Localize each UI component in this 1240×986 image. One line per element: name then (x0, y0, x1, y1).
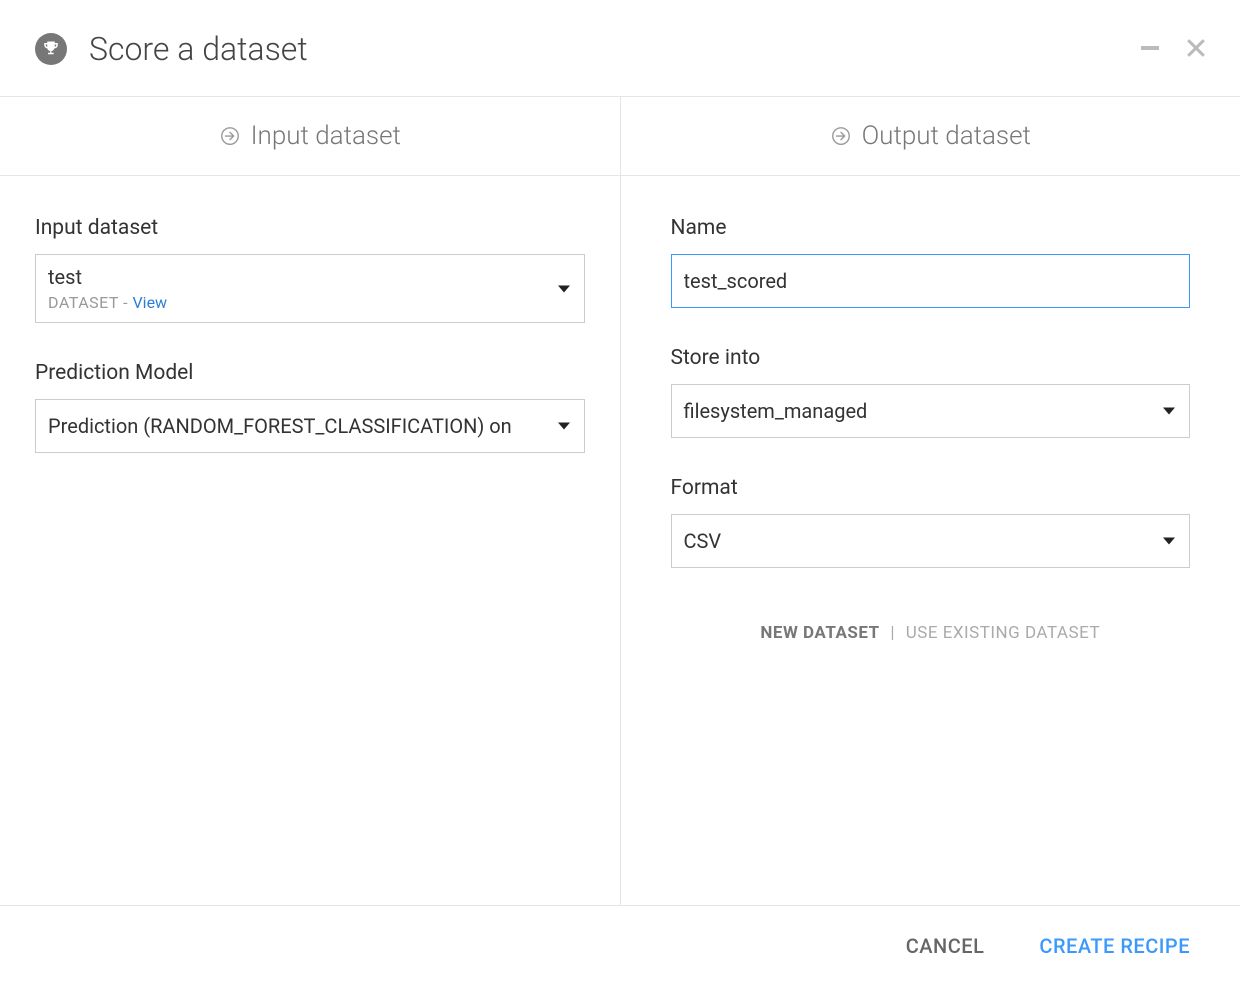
trophy-icon (35, 33, 67, 65)
arrow-in-icon (219, 125, 241, 147)
input-panel-header: Input dataset (0, 97, 620, 176)
score-dataset-modal: Score a dataset Input dataset Input data… (0, 0, 1240, 986)
format-select[interactable]: CSV (671, 514, 1191, 568)
output-name-input[interactable] (671, 254, 1191, 308)
input-panel-title: Input dataset (251, 121, 401, 151)
input-dataset-value: test (48, 265, 544, 289)
input-dataset-label: Input dataset (35, 216, 585, 240)
output-panel: Output dataset Name Store into filesyste… (621, 97, 1240, 906)
prediction-model-label: Prediction Model (35, 361, 585, 385)
cancel-button[interactable]: CANCEL (906, 934, 985, 958)
chevron-down-icon (558, 423, 570, 430)
store-into-select[interactable]: filesystem_managed (671, 384, 1191, 438)
prediction-model-select[interactable]: Prediction (RANDOM_FOREST_CLASSIFICATION… (35, 399, 585, 453)
minimize-icon[interactable] (1141, 46, 1159, 50)
output-name-field: Name (671, 216, 1191, 308)
modal-title: Score a dataset (89, 30, 308, 68)
input-dataset-field: Input dataset test DATASET - View (35, 216, 585, 323)
store-into-label: Store into (671, 346, 1191, 370)
input-dataset-meta: DATASET - View (48, 293, 544, 312)
format-value: CSV (684, 529, 1150, 553)
input-panel: Input dataset Input dataset test DATASET… (0, 97, 621, 906)
modal-header: Score a dataset (0, 0, 1240, 97)
output-name-label: Name (671, 216, 1191, 240)
store-into-value: filesystem_managed (684, 399, 1150, 423)
dataset-toggle: NEW DATASET | USE EXISTING DATASET (671, 623, 1191, 643)
modal-footer: CANCEL CREATE RECIPE (0, 906, 1240, 986)
output-panel-content: Name Store into filesystem_managed Forma… (621, 176, 1240, 683)
chevron-down-icon (1163, 408, 1175, 415)
use-existing-toggle[interactable]: USE EXISTING DATASET (906, 623, 1100, 643)
store-into-field: Store into filesystem_managed (671, 346, 1191, 438)
input-dataset-view-link[interactable]: View (132, 293, 167, 312)
input-dataset-select[interactable]: test DATASET - View (35, 254, 585, 323)
chevron-down-icon (558, 285, 570, 292)
prediction-model-value: Prediction (RANDOM_FOREST_CLASSIFICATION… (48, 414, 544, 438)
window-controls (1141, 39, 1205, 57)
create-recipe-button[interactable]: CREATE RECIPE (1039, 934, 1190, 958)
close-icon[interactable] (1187, 39, 1205, 57)
arrow-out-icon (830, 125, 852, 147)
chevron-down-icon (1163, 538, 1175, 545)
input-panel-content: Input dataset test DATASET - View Predic… (0, 176, 620, 531)
modal-body: Input dataset Input dataset test DATASET… (0, 97, 1240, 906)
format-field: Format CSV (671, 476, 1191, 568)
format-label: Format (671, 476, 1191, 500)
toggle-divider: | (890, 623, 895, 643)
output-panel-title: Output dataset (862, 121, 1031, 151)
output-panel-header: Output dataset (621, 97, 1240, 176)
prediction-model-field: Prediction Model Prediction (RANDOM_FORE… (35, 361, 585, 453)
new-dataset-toggle[interactable]: NEW DATASET (760, 623, 879, 643)
